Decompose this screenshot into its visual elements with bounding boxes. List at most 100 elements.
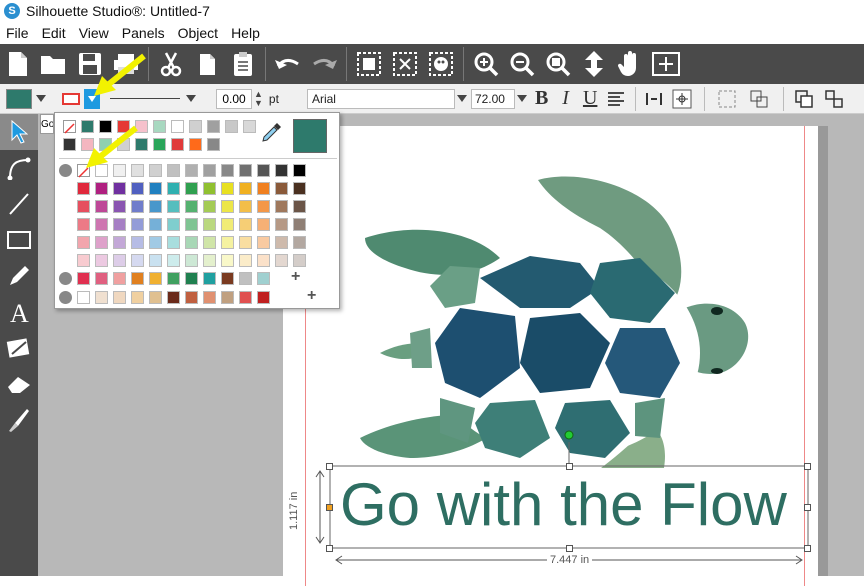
eraser-tool-button[interactable] (0, 366, 38, 402)
custom-color-swatch[interactable] (185, 272, 198, 285)
recent-color-swatch[interactable] (207, 120, 220, 133)
palette-swatch[interactable] (167, 236, 180, 249)
line-weight-field[interactable]: 0.00 (216, 88, 252, 109)
font-size-field[interactable]: 72.00 (470, 88, 515, 109)
line-style-dropdown-icon[interactable] (186, 94, 196, 103)
palette-swatch[interactable] (149, 254, 162, 267)
palette-swatch[interactable] (293, 182, 306, 195)
custom-color-swatch[interactable] (149, 272, 162, 285)
palette-swatch[interactable] (221, 254, 234, 267)
palette-swatch[interactable] (293, 218, 306, 231)
character-spacing-icon[interactable] (644, 90, 664, 108)
palette-swatch[interactable] (293, 236, 306, 249)
palette-swatch[interactable] (239, 182, 252, 195)
palette-swatch[interactable] (131, 236, 144, 249)
selection-handle[interactable] (326, 504, 333, 511)
rectangle-tool-button[interactable] (0, 222, 38, 258)
recent-color-swatch[interactable] (153, 120, 166, 133)
pan-button[interactable] (612, 46, 648, 82)
selection-handle[interactable] (566, 545, 573, 552)
recent-color-swatch[interactable] (171, 120, 184, 133)
recent-color-swatch[interactable] (63, 138, 76, 151)
fit-page-button[interactable] (576, 46, 612, 82)
recent-color-swatch[interactable] (171, 138, 184, 151)
partial-tab-label[interactable]: Go (40, 114, 54, 134)
fill-color-swatch[interactable] (6, 88, 32, 109)
palette-swatch[interactable] (239, 254, 252, 267)
palette-swatch[interactable] (275, 218, 288, 231)
gray-swatch[interactable] (293, 164, 306, 177)
palette-swatch[interactable] (95, 236, 108, 249)
custom-color-swatch[interactable] (167, 291, 180, 304)
font-name-dropdown-icon[interactable] (456, 94, 467, 103)
selection-handle[interactable] (804, 545, 811, 552)
undo-button[interactable] (270, 46, 306, 82)
palette-swatch[interactable] (203, 182, 216, 195)
custom-color-swatch[interactable] (239, 291, 252, 304)
deselect-button[interactable] (387, 46, 423, 82)
palette-swatch[interactable] (77, 254, 90, 267)
selection-handle[interactable] (804, 463, 811, 470)
select-tool-button[interactable] (0, 114, 38, 150)
gray-swatch[interactable] (167, 164, 180, 177)
palette-swatch[interactable] (131, 182, 144, 195)
recent-color-swatch[interactable] (189, 120, 202, 133)
text-tool-button[interactable]: A (0, 294, 38, 330)
zoom-in-button[interactable] (468, 46, 504, 82)
gray-swatch[interactable] (185, 164, 198, 177)
add-custom-color-button[interactable]: + (307, 287, 316, 305)
palette-swatch[interactable] (239, 218, 252, 231)
new-document-button[interactable] (0, 46, 36, 82)
custom-color-swatch[interactable] (239, 272, 252, 285)
recent-color-swatch[interactable] (153, 138, 166, 151)
current-color-swatch[interactable] (293, 119, 327, 153)
selection-handle[interactable] (566, 463, 573, 470)
palette-swatch[interactable] (149, 236, 162, 249)
palette-swatch[interactable] (239, 236, 252, 249)
custom-color-swatch[interactable] (77, 272, 90, 285)
fill-select-button[interactable] (423, 46, 459, 82)
palette-swatch[interactable] (275, 236, 288, 249)
zoom-selected-button[interactable] (540, 46, 576, 82)
selection-handle[interactable] (326, 463, 333, 470)
palette-swatch[interactable] (257, 200, 270, 213)
group-icon[interactable] (717, 89, 737, 109)
palette-swatch[interactable] (95, 254, 108, 267)
open-button[interactable] (36, 46, 72, 82)
palette-swatch[interactable] (185, 218, 198, 231)
palette-swatch[interactable] (167, 182, 180, 195)
menu-panels[interactable]: Panels (116, 25, 172, 41)
recent-color-swatch[interactable] (63, 120, 76, 134)
custom-color-swatch[interactable] (95, 291, 108, 304)
palette-swatch[interactable] (185, 182, 198, 195)
text-on-path-icon[interactable] (672, 89, 692, 109)
ungroup-icon[interactable] (749, 89, 769, 109)
palette-swatch[interactable] (167, 254, 180, 267)
custom-color-swatch[interactable] (113, 291, 126, 304)
menu-file[interactable]: File (0, 25, 36, 41)
palette-swatch[interactable] (131, 218, 144, 231)
custom-color-swatch[interactable] (113, 272, 126, 285)
sea-turtle-image[interactable] (350, 168, 770, 468)
compound-path-icon[interactable] (794, 89, 814, 109)
selection-handle[interactable] (326, 545, 333, 552)
palette-swatch[interactable] (113, 200, 126, 213)
zoom-out-button[interactable] (504, 46, 540, 82)
palette-swatch[interactable] (203, 200, 216, 213)
custom-color-swatch[interactable] (131, 291, 144, 304)
palette-swatch[interactable] (113, 182, 126, 195)
custom-color-swatch[interactable] (257, 291, 270, 304)
palette-swatch[interactable] (203, 236, 216, 249)
palette-swatch[interactable] (95, 218, 108, 231)
gray-swatch[interactable] (149, 164, 162, 177)
recent-color-swatch[interactable] (189, 138, 202, 151)
palette-swatch[interactable] (275, 200, 288, 213)
line-color-swatch[interactable] (62, 92, 80, 105)
palette-swatch[interactable] (149, 182, 162, 195)
palette-swatch[interactable] (221, 182, 234, 195)
palette-swatch[interactable] (185, 236, 198, 249)
custom-color-swatch[interactable] (95, 272, 108, 285)
paste-button[interactable] (225, 46, 261, 82)
palette-swatch[interactable] (203, 254, 216, 267)
palette-swatch[interactable] (149, 218, 162, 231)
